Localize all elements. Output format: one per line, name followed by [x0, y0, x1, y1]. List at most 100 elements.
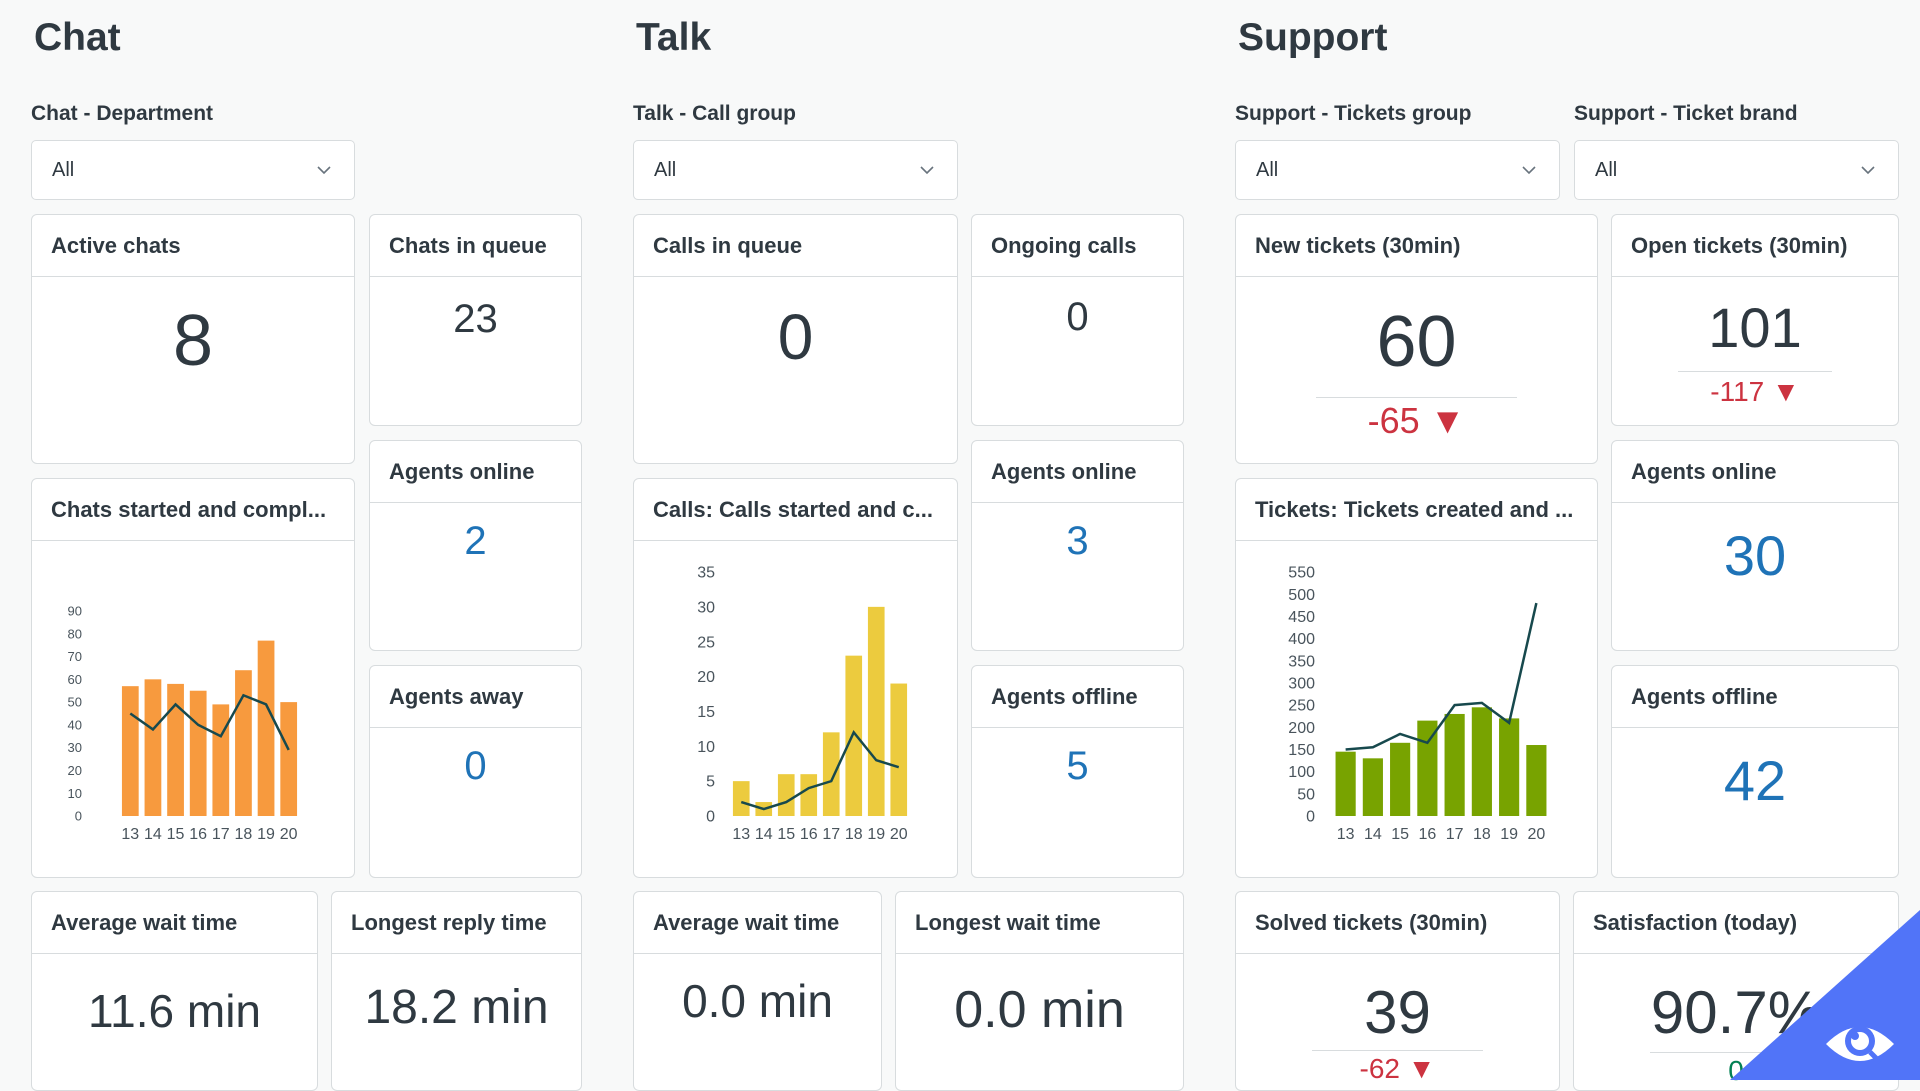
x-tick-label: 18	[845, 826, 863, 843]
solved-tickets-card: Solved tickets (30min) 39 -62 ▼	[1235, 891, 1560, 1091]
new-tickets-card: New tickets (30min) 60 -65 ▼	[1235, 214, 1598, 464]
calls-in-queue-value: 0	[777, 301, 814, 373]
y-tick-label: 550	[1288, 565, 1315, 582]
y-tick-label: 10	[68, 786, 82, 801]
dropdown-value: All	[654, 158, 677, 181]
card-title: Active chats	[32, 215, 354, 277]
chat-agents-away-value: 0	[464, 744, 487, 788]
talk-agents-offline-value: 5	[1066, 744, 1089, 788]
bar	[822, 732, 840, 816]
chat-agents-online-value: 2	[464, 519, 487, 563]
y-tick-label: 20	[697, 669, 715, 686]
support-heading: Support	[1238, 16, 1388, 59]
x-tick-label: 19	[1500, 826, 1518, 843]
active-chats-card: Active chats 8	[31, 214, 355, 464]
ticket-brand-label: Support - Ticket brand	[1574, 102, 1798, 125]
ongoing-calls-card: Ongoing calls 0	[971, 214, 1184, 426]
chevron-down-icon	[1522, 166, 1536, 175]
bar	[235, 670, 252, 816]
chats-chart-card: Chats started and compl... 0 10 20 30 40 50 60 7…	[31, 478, 355, 878]
card-title: Calls: Calls started and c...	[634, 479, 957, 541]
chat-department-dropdown[interactable]: All	[31, 140, 355, 200]
card-title: Agents online	[370, 441, 581, 503]
y-tick-label: 70	[68, 649, 82, 664]
new-tickets-delta: -65 ▼	[1316, 397, 1517, 442]
card-title: Agents away	[370, 666, 581, 728]
chats-chart: 0 10 20 30 40 50 60 70 80 90 13 14 15 16 17 18 19 20	[68, 604, 298, 843]
talk-call-group-label: Talk - Call group	[633, 102, 796, 125]
card-title: New tickets (30min)	[1236, 215, 1597, 277]
bar	[777, 774, 795, 816]
x-tick-label: 14	[144, 826, 162, 843]
talk-avg-wait-card: Average wait time 0.0 min	[633, 891, 882, 1091]
y-tick-label: 40	[68, 717, 82, 732]
card-title: Longest wait time	[896, 892, 1183, 954]
support-agents-offline-value: 42	[1723, 749, 1787, 812]
chevron-down-icon	[920, 166, 934, 175]
longest-reply-value: 18.2 min	[364, 981, 549, 1034]
x-tick-label: 15	[777, 826, 795, 843]
y-tick-label: 30	[697, 599, 715, 616]
card-title: Agents offline	[972, 666, 1183, 728]
solved-tickets-value: 39	[1364, 979, 1431, 1046]
bar	[1362, 758, 1383, 816]
bar	[1444, 713, 1465, 816]
card-title: Agents online	[972, 441, 1183, 503]
bar	[1499, 718, 1520, 816]
bar	[1390, 742, 1411, 816]
active-chats-value: 8	[172, 301, 214, 381]
tickets-group-label: Support - Tickets group	[1235, 102, 1472, 125]
x-tick-label: 18	[235, 826, 253, 843]
dropdown-value: All	[1256, 158, 1279, 181]
x-tick-label: 13	[1337, 826, 1355, 843]
bar	[800, 774, 818, 816]
support-agents-online-value: 30	[1723, 524, 1787, 587]
chat-heading: Chat	[34, 16, 121, 59]
y-tick-label: 150	[1288, 742, 1315, 759]
x-tick-label: 13	[732, 826, 750, 843]
card-title: Chats started and compl...	[32, 479, 354, 541]
new-tickets-value: 60	[1376, 302, 1457, 382]
y-tick-label: 10	[697, 739, 715, 756]
bar	[732, 781, 750, 816]
support-agents-online-card: Agents online 30	[1611, 440, 1899, 651]
chats-in-queue-value: 23	[453, 297, 498, 341]
open-tickets-value: 101	[1708, 296, 1802, 359]
chat-agents-online-card: Agents online 2	[369, 440, 582, 651]
talk-agents-online-card: Agents online 3	[971, 440, 1184, 651]
card-title: Average wait time	[32, 892, 317, 954]
card-title: Ongoing calls	[972, 215, 1183, 277]
talk-call-group-dropdown[interactable]: All	[633, 140, 958, 200]
tickets-group-dropdown[interactable]: All	[1235, 140, 1560, 200]
calls-in-queue-card: Calls in queue 0	[633, 214, 958, 464]
x-tick-label: 17	[822, 826, 840, 843]
x-tick-label: 15	[1391, 826, 1409, 843]
y-tick-label: 0	[75, 809, 82, 824]
x-tick-label: 16	[1418, 826, 1436, 843]
card-title: Calls in queue	[634, 215, 957, 277]
card-title: Agents online	[1612, 441, 1898, 503]
y-tick-label: 25	[697, 634, 715, 651]
card-title: Tickets: Tickets created and ...	[1236, 479, 1597, 541]
dropdown-value: All	[52, 158, 75, 181]
card-title: Solved tickets (30min)	[1236, 892, 1559, 954]
card-title: Open tickets (30min)	[1612, 215, 1898, 277]
y-tick-label: 400	[1288, 631, 1315, 648]
bar	[121, 686, 139, 816]
preview-eye-badge[interactable]	[1730, 910, 1920, 1080]
chat-department-label: Chat - Department	[31, 102, 214, 125]
y-tick-label: 500	[1288, 587, 1315, 604]
x-tick-label: 20	[280, 826, 298, 843]
x-tick-label: 20	[1527, 826, 1545, 843]
y-tick-label: 5	[706, 774, 715, 791]
bar	[257, 640, 275, 816]
chevron-down-icon	[317, 166, 331, 175]
x-tick-label: 14	[1364, 826, 1382, 843]
bar	[867, 606, 885, 816]
open-tickets-card: Open tickets (30min) 101 -117 ▼	[1611, 214, 1899, 426]
x-tick-label: 16	[189, 826, 207, 843]
ticket-brand-dropdown[interactable]: All	[1574, 140, 1899, 200]
x-tick-label: 16	[800, 826, 818, 843]
x-tick-label: 15	[167, 826, 185, 843]
chevron-down-icon	[1861, 166, 1875, 175]
